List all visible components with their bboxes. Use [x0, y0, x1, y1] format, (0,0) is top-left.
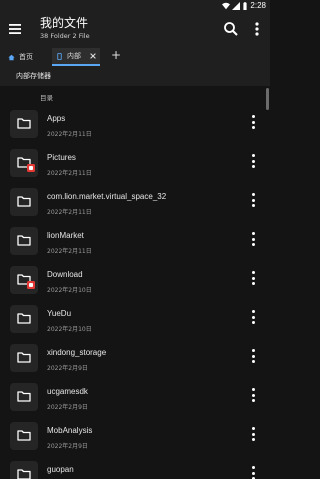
add-tab-button[interactable]: +	[110, 48, 122, 62]
breadcrumb: 内部存储器	[0, 66, 270, 86]
file-date: 2022年2月10日	[47, 326, 92, 333]
file-date: 2022年2月11日	[47, 170, 92, 177]
tab-internal-label: 内部	[67, 52, 81, 60]
folder-icon	[10, 383, 38, 411]
file-name: YueDu	[47, 309, 72, 318]
folder-icon	[10, 266, 38, 294]
list-item[interactable]: Pictures 2022年2月11日	[0, 143, 270, 182]
item-more-icon[interactable]	[248, 349, 258, 363]
folder-icon	[10, 344, 38, 372]
file-date: 2022年2月9日	[47, 404, 88, 411]
file-name: guopan	[47, 465, 74, 474]
item-more-icon[interactable]	[248, 427, 258, 441]
file-name: MobAnalysis	[47, 426, 93, 435]
folder-badge-icon	[27, 164, 35, 172]
file-date: 2022年2月9日	[47, 365, 88, 372]
file-name: Download	[47, 270, 83, 279]
battery-icon	[243, 2, 247, 10]
file-name: Apps	[47, 114, 66, 123]
item-more-icon[interactable]	[248, 271, 258, 285]
file-date: 2022年2月11日	[47, 248, 92, 255]
signal-icon	[232, 2, 240, 10]
list-item[interactable]: ucgamesdk 2022年2月9日	[0, 377, 270, 416]
close-icon[interactable]	[89, 52, 97, 60]
list-item[interactable]: com.lion.market.virtual_space_32 2022年2月1…	[0, 182, 270, 221]
folder-badge-icon	[27, 281, 35, 289]
item-more-icon[interactable]	[248, 388, 258, 402]
tab-home[interactable]: 首页	[4, 48, 48, 66]
folder-icon	[10, 110, 38, 138]
folder-icon	[10, 461, 38, 479]
phone-icon	[57, 52, 62, 60]
item-more-icon[interactable]	[248, 193, 258, 207]
item-more-icon[interactable]	[248, 232, 258, 246]
search-icon[interactable]	[222, 20, 240, 38]
list-item[interactable]: lionMarket 2022年2月11日	[0, 221, 270, 260]
more-vert-icon[interactable]	[248, 20, 266, 38]
breadcrumb-item-internal-storage[interactable]: 内部存储器	[16, 71, 51, 81]
item-more-icon[interactable]	[248, 466, 258, 479]
file-name: xindong_storage	[47, 348, 107, 357]
folder-icon	[10, 422, 38, 450]
list-item[interactable]: Apps 2022年2月11日	[0, 104, 270, 143]
item-more-icon[interactable]	[248, 310, 258, 324]
tab-bar: 首页 内部	[0, 46, 270, 66]
folder-icon	[10, 227, 38, 255]
file-list: 目录 Apps 2022年2月11日 Pictures 2022年2月11日 com.l…	[0, 86, 270, 479]
file-date: 2022年2月9日	[47, 443, 88, 450]
clock: 2:28	[250, 1, 266, 10]
list-item[interactable]: guopan	[0, 455, 270, 479]
menu-icon[interactable]	[6, 20, 24, 38]
file-date: 2022年2月11日	[47, 131, 92, 138]
file-date: 2022年2月10日	[47, 287, 92, 294]
file-name: com.lion.market.virtual_space_32	[47, 192, 167, 201]
tab-home-label: 首页	[19, 53, 33, 61]
status-bar: 2:28	[0, 0, 270, 12]
list-item[interactable]: YueDu 2022年2月10日	[0, 299, 270, 338]
file-name: Pictures	[47, 153, 76, 162]
folder-icon	[10, 149, 38, 177]
page-title: 我的文件	[40, 16, 89, 30]
tab-internal[interactable]: 内部	[52, 48, 100, 66]
page-subtitle: 38 Folder 2 File	[40, 32, 90, 40]
home-icon	[8, 54, 15, 60]
item-more-icon[interactable]	[248, 154, 258, 168]
list-item[interactable]: MobAnalysis 2022年2月9日	[0, 416, 270, 455]
wifi-icon	[222, 2, 230, 10]
section-label: 目录	[40, 94, 53, 102]
app-bar: 我的文件 38 Folder 2 File	[0, 12, 270, 46]
list-item[interactable]: Download 2022年2月10日	[0, 260, 270, 299]
folder-icon	[10, 188, 38, 216]
item-more-icon[interactable]	[248, 115, 258, 129]
file-date: 2022年2月11日	[47, 209, 92, 216]
file-name: lionMarket	[47, 231, 84, 240]
folder-icon	[10, 305, 38, 333]
file-name: ucgamesdk	[47, 387, 88, 396]
list-item[interactable]: xindong_storage 2022年2月9日	[0, 338, 270, 377]
